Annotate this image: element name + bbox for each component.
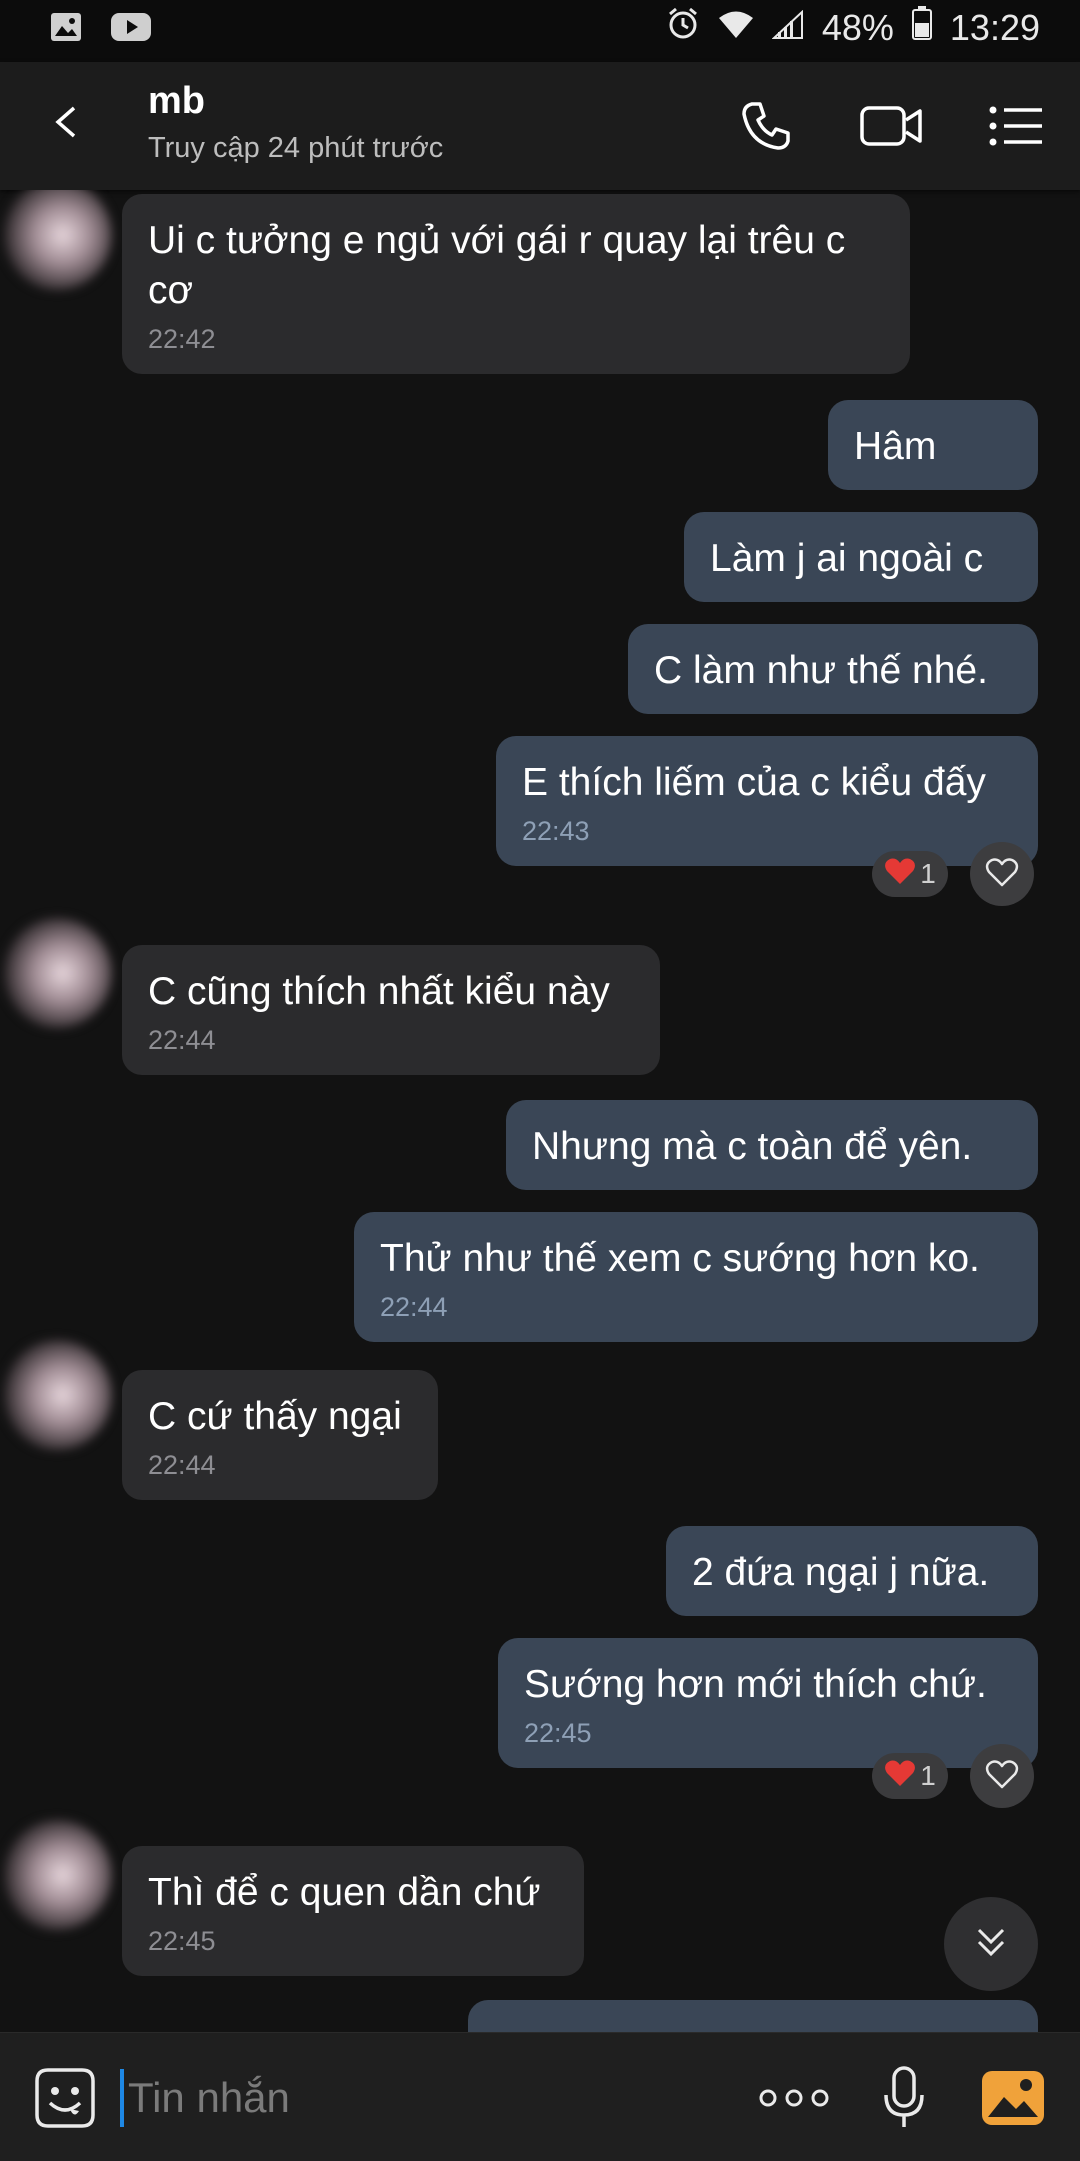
message-text: 2 đứa ngại j nữa.	[692, 1551, 990, 1594]
gallery-icon	[50, 12, 82, 47]
react-heart-button[interactable]	[970, 1744, 1034, 1808]
message-bubble-outgoing[interactable]: Làm j ai ngoài c	[684, 512, 1038, 602]
message-bubble-incoming[interactable]: Thì để c quen dần chứ 22:45	[122, 1846, 584, 1976]
message-text: Làm j ai ngoài c	[710, 537, 984, 580]
message-bubble-incoming[interactable]: C cứ thấy ngại 22:44	[122, 1370, 438, 1500]
message-text: E thích liếm của c kiểu đấy	[522, 761, 986, 804]
battery-icon	[911, 6, 932, 49]
menu-list-icon[interactable]	[988, 98, 1044, 159]
status-bar: 48% 13:29	[0, 0, 1080, 62]
battery-percent: 48%	[821, 6, 894, 48]
message-time: 22:44	[380, 1292, 448, 1322]
message-bubble-outgoing[interactable]: Nhưng mà c toàn để yên.	[506, 1100, 1038, 1190]
clock-time: 13:29	[949, 6, 1040, 48]
reaction-count: 1	[920, 1760, 936, 1791]
double-chevron-down-icon	[971, 1922, 1011, 1967]
message-time: 22:44	[148, 1450, 216, 1480]
signal-icon	[771, 7, 804, 49]
youtube-icon	[110, 12, 152, 47]
heart-reaction-icon	[884, 857, 916, 892]
heart-outline-icon	[985, 857, 1019, 892]
contact-avatar[interactable]	[2, 1340, 112, 1450]
alarm-icon	[666, 6, 700, 49]
message-composer	[0, 2032, 1080, 2161]
message-bubble-incoming[interactable]: C cũng thích nhất kiểu này 22:44	[122, 945, 660, 1075]
contact-avatar[interactable]	[2, 1820, 112, 1930]
message-bubble-outgoing[interactable]: Sướng hơn mới thích chứ. 22:45	[498, 1638, 1038, 1768]
message-time: 22:44	[148, 1025, 216, 1055]
phone-icon[interactable]	[738, 98, 794, 159]
last-seen-status: Truy cập 24 phút trước	[148, 132, 444, 164]
message-bubble-outgoing-partial[interactable]	[468, 2000, 1038, 2032]
message-bubble-outgoing[interactable]: Thử như thế xem c sướng hơn ko. 22:44	[354, 1212, 1038, 1342]
message-text: C cứ thấy ngại	[148, 1395, 402, 1438]
microphone-icon[interactable]	[880, 2065, 928, 2136]
message-bubble-incoming[interactable]: Ui c tưởng e ngủ với gái r quay lại trêu…	[122, 194, 910, 374]
message-time: 22:45	[148, 1926, 216, 1956]
message-list[interactable]: Ui c tưởng e ngủ với gái r quay lại trêu…	[0, 190, 1080, 2032]
video-call-icon[interactable]	[860, 98, 924, 159]
heart-outline-icon	[985, 1759, 1019, 1794]
message-bubble-outgoing[interactable]: Hâm	[828, 400, 1038, 490]
heart-reaction-icon	[884, 1759, 916, 1794]
message-time: 22:45	[524, 1718, 592, 1748]
message-text: C cũng thích nhất kiểu này	[148, 970, 610, 1013]
gallery-photo-icon[interactable]	[980, 2069, 1046, 2132]
message-text: Nhưng mà c toàn để yên.	[532, 1125, 973, 1168]
react-heart-button[interactable]	[970, 842, 1034, 906]
reaction-count: 1	[920, 858, 936, 889]
wifi-icon	[718, 7, 754, 49]
contact-avatar[interactable]	[2, 918, 112, 1028]
message-text: C làm như thế nhé.	[654, 649, 988, 692]
message-text: Hâm	[854, 425, 937, 468]
contact-name[interactable]: mb	[148, 80, 205, 123]
scroll-to-bottom-button[interactable]	[944, 1897, 1038, 1991]
reaction-badge[interactable]: 1	[872, 851, 948, 897]
message-text: Ui c tưởng e ngủ với gái r quay lại trêu…	[148, 219, 846, 312]
text-caret	[120, 2069, 124, 2127]
chat-header: mb Truy cập 24 phút trước	[0, 62, 1080, 190]
message-text: Thì để c quen dần chứ	[148, 1871, 541, 1914]
contact-avatar[interactable]	[2, 190, 112, 290]
message-bubble-outgoing[interactable]: C làm như thế nhé.	[628, 624, 1038, 714]
sticker-icon[interactable]	[34, 2067, 96, 2134]
message-time: 22:42	[148, 324, 216, 354]
message-text: Sướng hơn mới thích chứ.	[524, 1663, 987, 1706]
message-time: 22:43	[522, 816, 590, 846]
message-bubble-outgoing[interactable]: E thích liếm của c kiểu đấy 22:43	[496, 736, 1038, 866]
message-text: Thử như thế xem c sướng hơn ko.	[380, 1237, 980, 1280]
reaction-badge[interactable]: 1	[872, 1753, 948, 1799]
more-options-icon[interactable]	[758, 2087, 830, 2114]
message-input[interactable]	[126, 2065, 730, 2131]
back-arrow-icon[interactable]	[50, 102, 80, 147]
message-bubble-outgoing[interactable]: 2 đứa ngại j nữa.	[666, 1526, 1038, 1616]
